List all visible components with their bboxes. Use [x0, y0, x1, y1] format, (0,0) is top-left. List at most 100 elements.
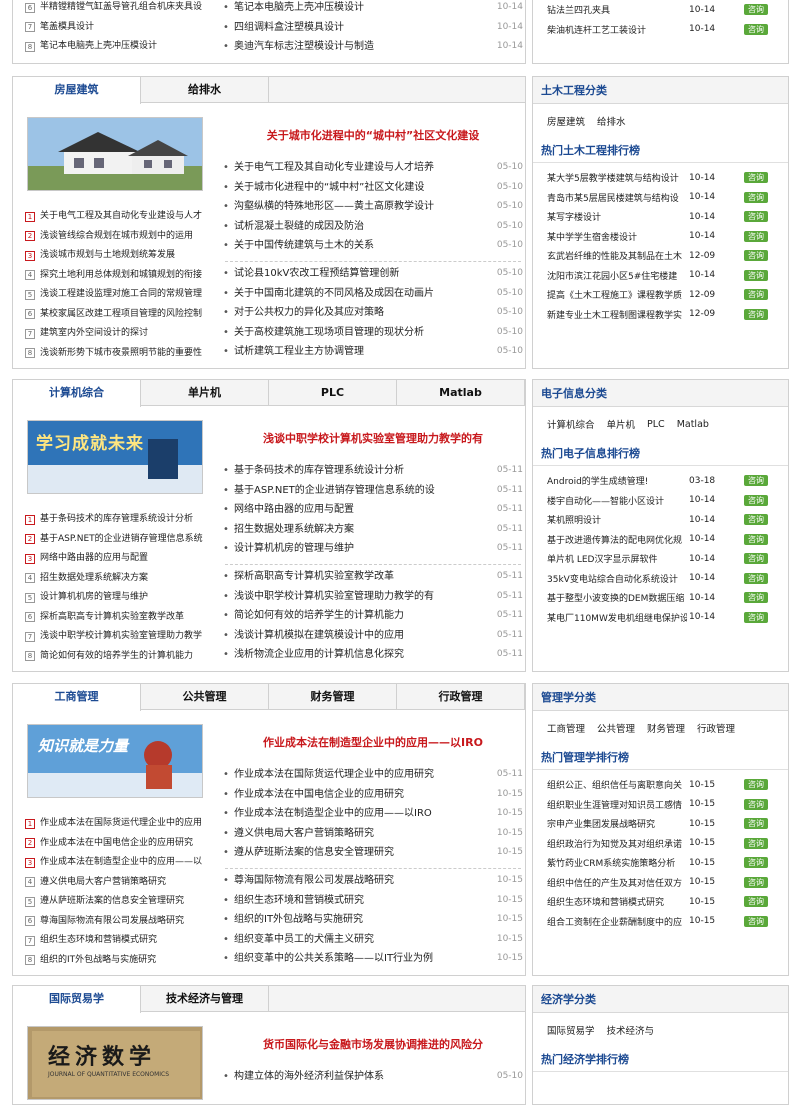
list-item[interactable]: 8 浅谈新形势下城市夜景照明节能的重要性 — [25, 344, 225, 364]
consult-button[interactable]: 咨询 — [744, 494, 768, 506]
list-item[interactable]: 7 建筑室内外空间设计的探讨 — [25, 324, 225, 344]
rank-item[interactable]: 组织职业生涯管理对知识员工感情 10-15 咨询 — [533, 795, 788, 815]
tab-1[interactable]: 技术经济与管理 — [141, 986, 269, 1012]
rank-item[interactable]: 组织中信任的产生及其对信任双方 10-15 咨询 — [533, 873, 788, 893]
rank-item[interactable]: 组合工资制在企业薪酬制度中的应 10-15 咨询 — [533, 912, 788, 932]
featured-image[interactable]: 学习成就未来 — [27, 420, 203, 494]
consult-button[interactable]: 咨询 — [744, 269, 768, 281]
article-item[interactable]: • 简论如何有效的培养学生的计算机能力 05-11 — [223, 606, 523, 626]
tab-0[interactable]: 工商管理 — [13, 684, 141, 711]
rank-item[interactable]: 提高《土木工程施工》课程教学质 12-09 咨询 — [533, 285, 788, 305]
rank-item[interactable]: 钻法兰四孔夹具 10-14 咨询 — [533, 0, 788, 20]
rank-item[interactable]: 单片机 LED汉字显示屏软件 10-14 咨询 — [533, 549, 788, 569]
list-item[interactable]: 6 半精镗精镗气缸盖导管孔组合机床夹具设 — [25, 0, 225, 18]
rank-item[interactable]: 基于整型小波变换的DEM数据压缩 10-14 咨询 — [533, 588, 788, 608]
rank-item[interactable]: 楼宇自动化——智能小区设计 10-14 咨询 — [533, 491, 788, 511]
article-item[interactable]: • 招生数据处理系统解决方案 05-11 — [223, 520, 523, 540]
article-item[interactable]: • 组织变革中员工的犬儒主义研究 10-15 — [223, 930, 523, 950]
list-item[interactable]: 6 探析高职高专计算机实验室教学改革 — [25, 608, 225, 628]
tab-1[interactable]: 单片机 — [141, 380, 269, 406]
list-item[interactable]: 3 浅谈城市规划与土地规划统筹发展 — [25, 246, 225, 266]
tab-1[interactable]: 公共管理 — [141, 684, 269, 710]
category-link[interactable]: 国际贸易学 — [547, 1023, 595, 1037]
consult-button[interactable]: 咨询 — [744, 818, 768, 830]
list-item[interactable]: 2 作业成本法在中国电信企业的应用研究 — [25, 834, 225, 854]
article-item[interactable]: • 奥迪汽车标志注塑模设计与制造 10-14 — [223, 37, 523, 57]
list-item[interactable]: 4 招生数据处理系统解决方案 — [25, 569, 225, 589]
list-item[interactable]: 6 尊海国际物流有限公司发展战略研究 — [25, 912, 225, 932]
article-item[interactable]: • 试析混凝土裂缝的成因及防治 05-10 — [223, 217, 523, 237]
category-link[interactable]: 计算机综合 — [547, 417, 595, 431]
consult-button[interactable]: 咨询 — [744, 230, 768, 242]
article-item[interactable]: • 组织生态环境和营销模式研究 10-15 — [223, 891, 523, 911]
list-item[interactable]: 1 关于电气工程及其自动化专业建设与人才 — [25, 207, 225, 227]
consult-button[interactable]: 咨询 — [744, 533, 768, 545]
article-item[interactable]: • 作业成本法在制造型企业中的应用——以IRO 10-15 — [223, 804, 523, 824]
consult-button[interactable]: 咨询 — [744, 592, 768, 604]
category-link[interactable]: 房屋建筑 — [547, 114, 585, 128]
consult-button[interactable]: 咨询 — [744, 779, 768, 791]
list-item[interactable]: 1 作业成本法在国际货运代理企业中的应用 — [25, 814, 225, 834]
rank-item[interactable]: 基于改进遗传算法的配电网优化规 10-14 咨询 — [533, 530, 788, 550]
article-item[interactable]: • 对于公共权力的异化及其应对策略 05-10 — [223, 303, 523, 323]
article-item[interactable]: • 浅谈中职学校计算机实验室管理助力教学的有 05-11 — [223, 587, 523, 607]
list-item[interactable]: 3 作业成本法在制造型企业中的应用——以 — [25, 853, 225, 873]
consult-button[interactable]: 咨询 — [744, 876, 768, 888]
article-item[interactable]: • 网络中路由器的应用与配置 05-11 — [223, 500, 523, 520]
consult-button[interactable]: 咨询 — [744, 211, 768, 223]
rank-item[interactable]: 柴油机连杆工艺工装设计 10-14 咨询 — [533, 20, 788, 40]
consult-button[interactable]: 咨询 — [744, 475, 768, 487]
category-link[interactable]: 单片机 — [607, 417, 636, 431]
consult-button[interactable]: 咨询 — [744, 514, 768, 526]
rank-item[interactable]: 青岛市某5层居民楼建筑与结构设 10-14 咨询 — [533, 188, 788, 208]
tab-0[interactable]: 国际贸易学 — [13, 986, 141, 1013]
consult-button[interactable]: 咨询 — [744, 191, 768, 203]
consult-button[interactable]: 咨询 — [744, 308, 768, 320]
article-item[interactable]: • 尊海国际物流有限公司发展战略研究 10-15 — [223, 871, 523, 891]
category-link[interactable]: Matlab — [677, 419, 709, 430]
list-item[interactable]: 4 探究土地利用总体规划和城镇规划的衔接 — [25, 266, 225, 286]
category-link[interactable]: PLC — [647, 419, 665, 430]
list-item[interactable]: 5 浅谈工程建设监理对施工合同的常规管理 — [25, 285, 225, 305]
article-item[interactable]: • 遵从萨班斯法案的信息安全管理研究 10-15 — [223, 843, 523, 863]
list-item[interactable]: 8 笔记本电脑壳上壳冲压模设计 — [25, 37, 225, 57]
list-item[interactable]: 8 组织的IT外包战略与实施研究 — [25, 951, 225, 971]
article-item[interactable]: • 作业成本法在中国电信企业的应用研究 10-15 — [223, 785, 523, 805]
list-item[interactable]: 5 设计算机机房的管理与维护 — [25, 588, 225, 608]
tab-0[interactable]: 房屋建筑 — [13, 77, 141, 104]
tab-2[interactable]: 财务管理 — [269, 684, 397, 710]
article-item[interactable]: • 探析高职高专计算机实验室教学改革 05-11 — [223, 567, 523, 587]
tab-1[interactable]: 给排水 — [141, 77, 269, 103]
article-item[interactable]: • 笔记本电脑壳上壳冲压模设计 10-14 — [223, 0, 523, 18]
category-link[interactable]: 工商管理 — [547, 721, 585, 735]
rank-item[interactable]: 沈阳市滨江花园小区5#住宅楼建 10-14 咨询 — [533, 266, 788, 286]
consult-button[interactable]: 咨询 — [744, 172, 768, 184]
article-item[interactable]: • 关于高校建筑施工现场项目管理的现状分析 05-10 — [223, 323, 523, 343]
featured-image[interactable]: 经济数学 JOURNAL OF QUANTITATIVE ECONOMICS — [27, 1026, 203, 1100]
tab-3[interactable]: 行政管理 — [397, 684, 525, 710]
rank-item[interactable]: 某大学5层教学楼建筑与结构设计 10-14 咨询 — [533, 168, 788, 188]
rank-item[interactable]: 35kV变电站综合自动化系统设计 10-14 咨询 — [533, 569, 788, 589]
list-item[interactable]: 5 遵从萨班斯法案的信息安全管理研究 — [25, 892, 225, 912]
tab-0[interactable]: 计算机综合 — [13, 380, 141, 407]
consult-button[interactable]: 咨询 — [744, 837, 768, 849]
tab-2[interactable]: PLC — [269, 380, 397, 406]
article-item[interactable]: • 基于条码技术的库存管理系统设计分析 05-11 — [223, 461, 523, 481]
consult-button[interactable]: 咨询 — [744, 572, 768, 584]
list-item[interactable]: 7 浅谈中职学校计算机实验室管理助力教学 — [25, 627, 225, 647]
rank-item[interactable]: 组织政治行为知觉及其对组织承诺 10-15 咨询 — [533, 834, 788, 854]
rank-item[interactable]: 新建专业土木工程制图课程教学实 12-09 咨询 — [533, 305, 788, 325]
article-item[interactable]: • 构建立体的海外经济利益保护体系 05-10 — [223, 1067, 523, 1087]
rank-item[interactable]: 组织公正、组织信任与离职意向关 10-15 咨询 — [533, 775, 788, 795]
rank-item[interactable]: 组织生态环境和营销模式研究 10-15 咨询 — [533, 892, 788, 912]
category-link[interactable]: 技术经济与 — [607, 1023, 655, 1037]
article-item[interactable]: • 遵义供电局大客户营销策略研究 10-15 — [223, 824, 523, 844]
list-item[interactable]: 1 基于条码技术的库存管理系统设计分析 — [25, 510, 225, 530]
category-link[interactable]: 公共管理 — [597, 721, 635, 735]
article-item[interactable]: • 关于城市化进程中的“城中村”社区文化建设 05-10 — [223, 178, 523, 198]
article-item[interactable]: • 四组调料盒注塑模具设计 10-14 — [223, 18, 523, 38]
rank-item[interactable]: 某机照明设计 10-14 咨询 — [533, 510, 788, 530]
consult-button[interactable]: 咨询 — [744, 23, 768, 35]
category-link[interactable]: 财务管理 — [647, 721, 685, 735]
consult-button[interactable]: 咨询 — [744, 896, 768, 908]
